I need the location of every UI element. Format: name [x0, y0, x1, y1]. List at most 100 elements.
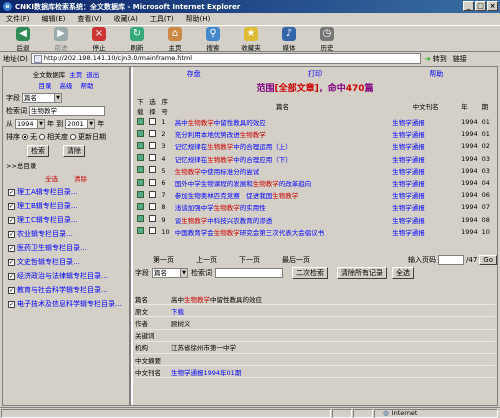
select-cell[interactable] [147, 189, 159, 201]
title-post[interactable]: 中留性教具的效应 [214, 119, 266, 127]
table-row[interactable]: 3 记忆规律在生物教学中的合理运用（上） 生物学通报 1994 02 [135, 140, 493, 152]
category-checkbox[interactable] [8, 202, 15, 210]
select-cell[interactable] [147, 201, 159, 213]
catalog-clear[interactable]: 清除 [74, 173, 87, 183]
nav-fulltext-db[interactable]: 全文数据库 [33, 69, 66, 79]
table-row[interactable]: 8 浅谈加强中学生物教学的实用性 生物学通报 1994 07 [135, 201, 493, 213]
search2-keyword-input[interactable] [215, 268, 283, 278]
category-label[interactable]: 医药卫生辑专栏目录 [17, 243, 80, 253]
first-page-link[interactable]: 第一页 [153, 255, 174, 265]
download-icon[interactable] [137, 129, 144, 137]
category-checkbox[interactable] [8, 188, 15, 196]
history-button[interactable]: ◷ 历史 [308, 26, 346, 52]
title-pre[interactable]: 充分利用本地优势改进 [175, 131, 240, 139]
menu-item[interactable]: 文件(F) [6, 14, 30, 24]
table-row[interactable]: 4 记忆规律在生物教学中的合理应用（下） 生物学通报 1994 03 [135, 153, 493, 165]
help-link[interactable]: 帮助 [429, 69, 443, 79]
last-page-link[interactable]: 最后一页 [282, 255, 310, 265]
download-icon-cell[interactable] [135, 116, 147, 128]
row-journal[interactable]: 生物学通报 [390, 177, 459, 189]
download-icon-cell[interactable] [135, 165, 147, 177]
menu-item[interactable]: 帮助(H) [186, 14, 211, 24]
row-journal[interactable]: 生物学通报 [390, 140, 459, 152]
download-icon-cell[interactable] [135, 214, 147, 226]
close-button[interactable]: × [487, 1, 498, 11]
next-page-link[interactable]: 下一页 [239, 255, 260, 265]
row-journal[interactable]: 生物学通报 [390, 214, 459, 226]
title-keyword[interactable]: 生物教学 [188, 119, 214, 127]
go-button[interactable]: 转到 [433, 54, 447, 64]
row-checkbox[interactable] [149, 117, 157, 125]
catalog-select-all[interactable]: 全选 [45, 173, 58, 183]
sort-none-radio[interactable] [22, 134, 28, 140]
clear-records-button[interactable]: 清除所有记录 [337, 267, 387, 279]
download-icon-cell[interactable] [135, 153, 147, 165]
row-title[interactable]: 浅谈加强中学生物教学的实用性 [173, 201, 391, 213]
print-link[interactable]: 打印 [308, 69, 322, 79]
category-item[interactable]: 农业辑专栏目录… [3, 229, 129, 239]
category-label[interactable]: 教育与社会科学辑专栏目录 [17, 285, 101, 295]
sort-relevance-radio[interactable] [39, 134, 45, 140]
select-cell[interactable] [147, 165, 159, 177]
category-item[interactable]: 理工C辑专栏目录… [3, 215, 129, 225]
year-from-select[interactable]: 1994 ▼ [15, 119, 45, 129]
select-cell[interactable] [147, 214, 159, 226]
title-post[interactable]: 中使用标准分的尝试 [201, 168, 260, 176]
category-checkbox[interactable] [8, 216, 15, 224]
row-checkbox[interactable] [149, 129, 157, 137]
home-button[interactable]: ⌂ 主页 [156, 26, 194, 52]
title-post[interactable]: 的实用性 [240, 204, 266, 212]
title-keyword[interactable]: 生物教学 [207, 143, 233, 151]
stop-button[interactable]: × 停止 [80, 26, 118, 52]
row-journal[interactable]: 生物学通报 [390, 128, 459, 140]
title-post[interactable]: 研究会第三次代表大会倡议书 [240, 229, 325, 237]
download-icon-cell[interactable] [135, 128, 147, 140]
row-journal[interactable]: 生物学通报 [390, 165, 459, 177]
title-pre[interactable]: 中国教育学会 [175, 229, 214, 237]
row-checkbox[interactable] [149, 141, 157, 149]
title-keyword[interactable]: 生物教学 [181, 217, 207, 225]
row-journal[interactable]: 生物学通报 [390, 201, 459, 213]
nav-help[interactable]: 帮助 [81, 80, 94, 90]
category-item[interactable]: 教育与社会科学辑专栏目录… [3, 285, 129, 295]
row-checkbox[interactable] [149, 178, 157, 186]
menu-item[interactable]: 编辑(E) [42, 14, 66, 24]
download-icon[interactable] [137, 190, 144, 198]
row-title[interactable]: 记忆规律在生物教学中的合理运用（上） [173, 140, 391, 152]
sort-date-radio[interactable] [70, 134, 76, 140]
table-row[interactable]: 10 中国教育学会生物教学研究会第三次代表大会倡议书 生物学通报 1994 10 [135, 226, 493, 238]
category-item[interactable]: 文史哲辑专栏目录… [3, 257, 129, 267]
title-pre[interactable]: 浅谈加强中学 [175, 204, 214, 212]
download-icon[interactable] [137, 227, 144, 235]
row-journal[interactable]: 生物学通报 [390, 226, 459, 238]
row-title[interactable]: 中国教育学会生物教学研究会第三次代表大会倡议书 [173, 226, 391, 238]
download-icon-cell[interactable] [135, 177, 147, 189]
category-item[interactable]: 电子技术及信息科学辑专栏目录… [3, 299, 129, 309]
field-select[interactable]: 篇名 ▼ [22, 93, 62, 103]
table-row[interactable]: 5 生物教学中使用标准分的尝试 生物学通报 1994 03 [135, 165, 493, 177]
links-button[interactable]: 链接 [453, 54, 467, 64]
search2-field-select[interactable]: 篇名 ▼ [152, 268, 188, 278]
menu-item[interactable]: 工具(T) [150, 14, 174, 24]
title-post[interactable]: 中的合理运用（上） [233, 143, 292, 151]
download-icon-cell[interactable] [135, 140, 147, 152]
maximize-button[interactable]: □ [475, 1, 486, 11]
table-row[interactable]: 2 充分利用本地优势改进生物教学 生物学通报 1994 01 [135, 128, 493, 140]
page-go-button[interactable]: Go [479, 255, 497, 265]
keyword-input[interactable]: 生物教学 [29, 106, 105, 116]
row-checkbox[interactable] [149, 202, 157, 210]
title-pre[interactable]: 参加生物奥林匹克竞赛 促进我国 [175, 192, 273, 200]
select-cell[interactable] [147, 177, 159, 189]
download-icon[interactable] [137, 117, 144, 125]
row-title[interactable]: 国外中学生物课程的发展和生物教学的改革趋向 [173, 177, 391, 189]
category-item[interactable]: 理工B辑专栏目录… [3, 201, 129, 211]
row-journal[interactable]: 生物学通报 [390, 189, 459, 201]
row-checkbox[interactable] [149, 215, 157, 223]
title-post[interactable]: 的改革趋向 [279, 180, 312, 188]
category-label[interactable]: 理工A辑专栏目录 [17, 187, 71, 197]
title-keyword[interactable]: 生物教学 [175, 168, 201, 176]
category-label[interactable]: 文史哲辑专栏目录 [17, 257, 73, 267]
download-icon[interactable] [137, 178, 144, 186]
row-checkbox[interactable] [149, 166, 157, 174]
row-checkbox[interactable] [149, 190, 157, 198]
